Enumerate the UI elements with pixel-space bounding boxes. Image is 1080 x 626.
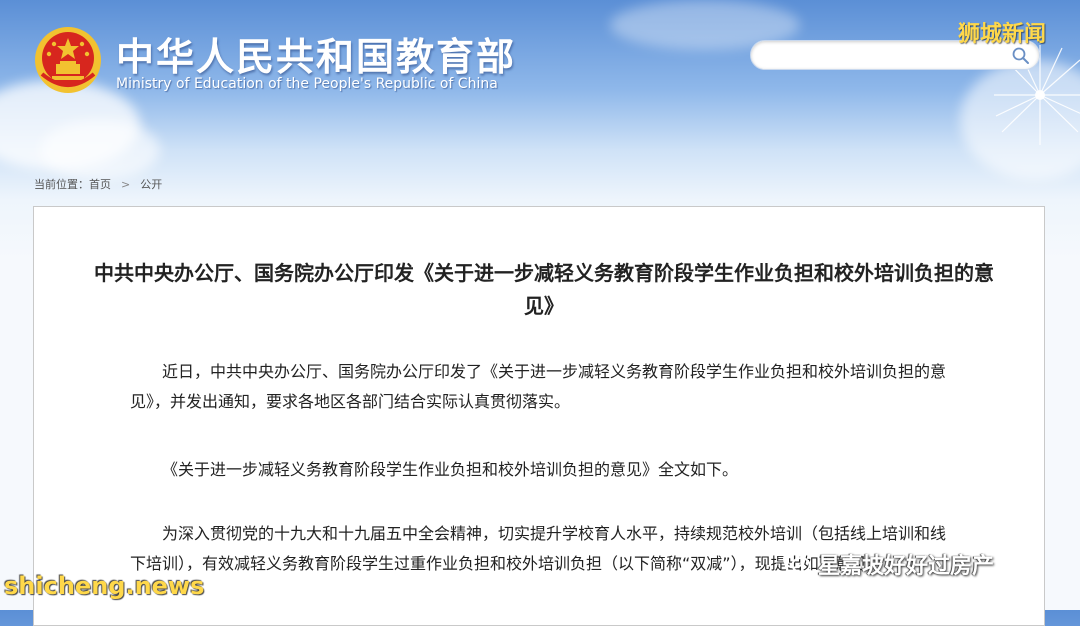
watermark-bottom-right: 星嘉坡好好过房产 [818, 554, 995, 579]
breadcrumb: 当前位置：首页 > 公开 [34, 176, 162, 192]
search-icon[interactable] [1011, 46, 1031, 66]
breadcrumb-separator: > [121, 178, 131, 191]
article-title: 中共中央办公厅、国务院办公厅印发《关于进一步减轻义务教育阶段学生作业负担和校外培… [94, 261, 994, 318]
article-paragraph: 《关于进一步减轻义务教育阶段学生作业负担和校外培训负担的意见》全文如下。 [162, 460, 739, 479]
national-emblem-icon[interactable] [32, 24, 104, 96]
breadcrumb-prefix: 当前位置： [34, 178, 89, 191]
article-paragraph: 近日，中共中央办公厅、国务院办公厅印发了《关于进一步减轻义务教育阶段学生作业负担… [130, 362, 947, 411]
wechat-icon [783, 549, 811, 573]
watermark-bottom-left: shicheng.news [4, 572, 205, 600]
breadcrumb-current-link[interactable]: 公开 [140, 178, 162, 191]
watermark-top-right: 狮城新闻 [958, 22, 1047, 47]
cloud-decoration [40, 120, 160, 180]
breadcrumb-home-link[interactable]: 首页 [89, 178, 111, 191]
search-input[interactable] [765, 46, 1009, 68]
site-subtitle: Ministry of Education of the People's Re… [116, 76, 498, 92]
site-title[interactable]: 中华人民共和国教育部 [116, 26, 516, 81]
